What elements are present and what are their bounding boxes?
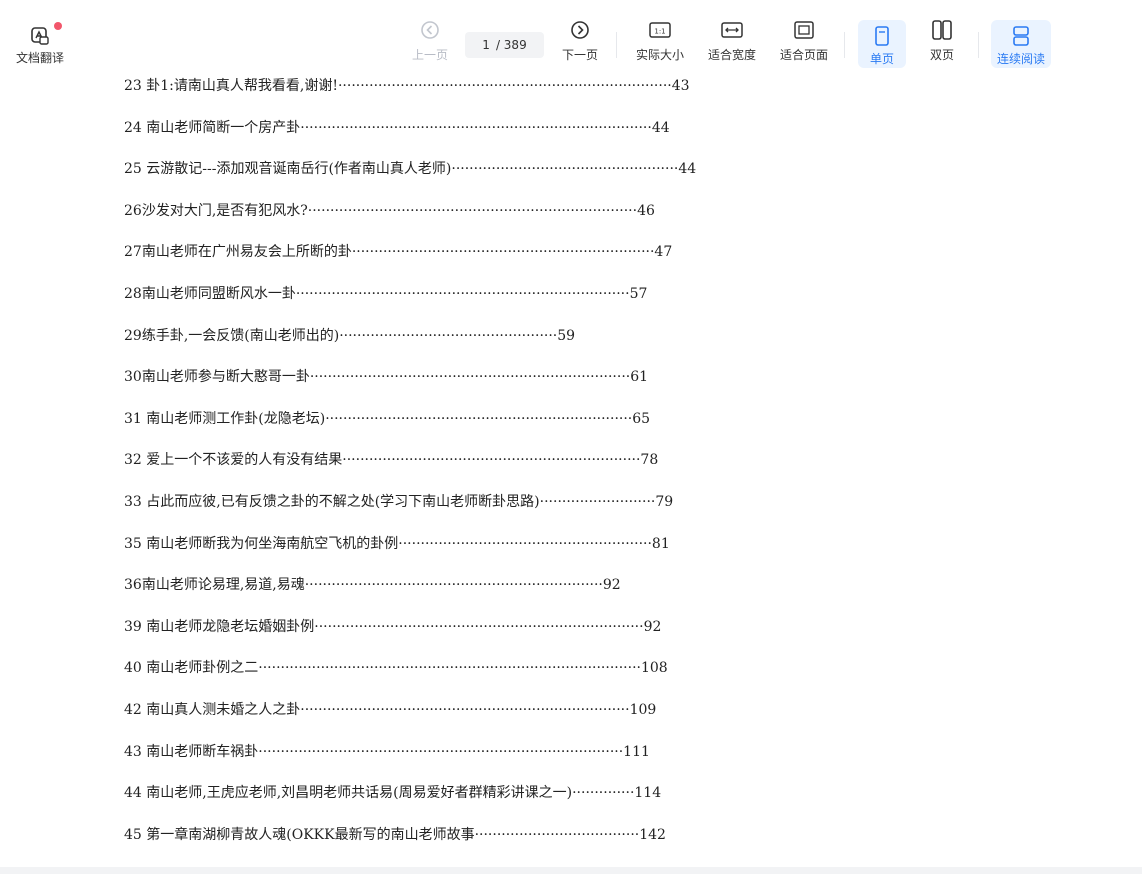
toc-entry[interactable]: 28南山老师同盟断风水一卦···························… xyxy=(124,284,647,304)
next-page-label: 下一页 xyxy=(561,48,598,62)
fit-width-label: 适合宽度 xyxy=(707,48,756,62)
fit-width-button[interactable]: 适合宽度 xyxy=(704,18,760,68)
toc-entry[interactable]: 39 南山老师龙隐老坛婚姻卦例·························… xyxy=(124,617,661,637)
toc-entry[interactable]: 36南山老师论易理,易道,易魂·························… xyxy=(124,575,621,595)
chevron-left-circle-icon xyxy=(418,18,442,42)
current-page-input[interactable]: 1 xyxy=(482,38,490,52)
prev-page-label: 上一页 xyxy=(411,48,448,62)
toc-entry[interactable]: 24 南山老师简断一个房产卦··························… xyxy=(124,118,670,138)
single-page-button[interactable]: 单页 xyxy=(858,20,906,68)
svg-text:1:1: 1:1 xyxy=(654,28,665,36)
toc-entry[interactable]: 35 南山老师断我为何坐海南航空飞机的卦例···················… xyxy=(124,534,670,554)
actual-size-label: 实际大小 xyxy=(635,48,684,62)
continuous-reading-label: 连续阅读 xyxy=(996,52,1045,66)
continuous-reading-icon xyxy=(1009,24,1033,48)
toc-entry[interactable]: 23 卦1:请南山真人帮我看看,谢谢!·····················… xyxy=(124,76,690,96)
divider xyxy=(844,32,845,58)
double-page-icon xyxy=(930,18,954,42)
translate-icon xyxy=(30,26,50,49)
double-page-label: 双页 xyxy=(929,48,954,62)
total-pages: / 389 xyxy=(495,38,527,52)
divider xyxy=(616,32,617,58)
single-page-icon xyxy=(870,24,894,48)
fit-page-label: 适合页面 xyxy=(779,48,828,62)
toc-entry[interactable]: 42 南山真人测未婚之人之卦··························… xyxy=(124,700,656,720)
toc-entry[interactable]: 27南山老师在广州易友会上所断的卦·······················… xyxy=(124,242,672,262)
double-page-button[interactable]: 双页 xyxy=(920,18,964,68)
document-page: 23 卦1:请南山真人帮我看看,谢谢!·····················… xyxy=(0,72,1142,867)
fit-page-button[interactable]: 适合页面 xyxy=(776,18,832,68)
toc-entry[interactable]: 26沙发对大门,是否有犯风水?·························… xyxy=(124,201,655,221)
single-page-label: 单页 xyxy=(869,52,894,66)
translate-label: 文档翻译 xyxy=(15,51,64,65)
fit-page-icon xyxy=(792,18,816,42)
next-page-button[interactable]: 下一页 xyxy=(558,18,602,68)
toc-entry[interactable]: 31 南山老师测工作卦(龙隐老坛)·······················… xyxy=(124,409,650,429)
toc-entry[interactable]: 40 南山老师卦例之二·····························… xyxy=(124,658,668,678)
toc-entry[interactable]: 33 占此而应彼,已有反馈之卦的不解之处(学习下南山老师断卦思路)·······… xyxy=(124,492,673,512)
toc-entry[interactable]: 43 南山老师断车祸卦·····························… xyxy=(124,742,650,762)
fit-width-icon xyxy=(720,18,744,42)
actual-size-button[interactable]: 1:1 实际大小 xyxy=(632,18,688,68)
prev-page-button[interactable]: 上一页 xyxy=(408,18,452,68)
toc-entry[interactable]: 30南山老师参与断大憨哥一卦··························… xyxy=(124,367,648,387)
chevron-right-circle-icon xyxy=(568,18,592,42)
bottom-scroll-track xyxy=(0,867,1142,874)
toc-entry[interactable]: 25 云游散记---添加观音诞南岳行(作者南山真人老师)············… xyxy=(124,159,696,179)
toolbar: 文档翻译 上一页 1 / 389 下一页 1:1 实际大小 适合宽度 适合页面 xyxy=(0,0,1142,72)
divider xyxy=(978,32,979,58)
toc-entry[interactable]: 45 第一章南湖柳青故人魂(OKKK最新写的南山老师故事············… xyxy=(124,825,666,845)
translate-button[interactable]: 文档翻译 xyxy=(10,22,70,66)
continuous-reading-button[interactable]: 连续阅读 xyxy=(991,20,1051,68)
notification-dot xyxy=(54,22,62,30)
page-indicator[interactable]: 1 / 389 xyxy=(465,32,544,58)
actual-size-icon: 1:1 xyxy=(648,18,672,42)
toc-entry[interactable]: 44 南山老师,王虎应老师,刘昌明老师共话易(周易爱好者群精彩讲课之一)····… xyxy=(124,783,661,803)
toc-entry[interactable]: 32 爱上一个不该爱的人有没有结果·······················… xyxy=(124,450,658,470)
toc-entry[interactable]: 29练手卦,一会反馈(南山老师出的)······················… xyxy=(124,326,575,346)
